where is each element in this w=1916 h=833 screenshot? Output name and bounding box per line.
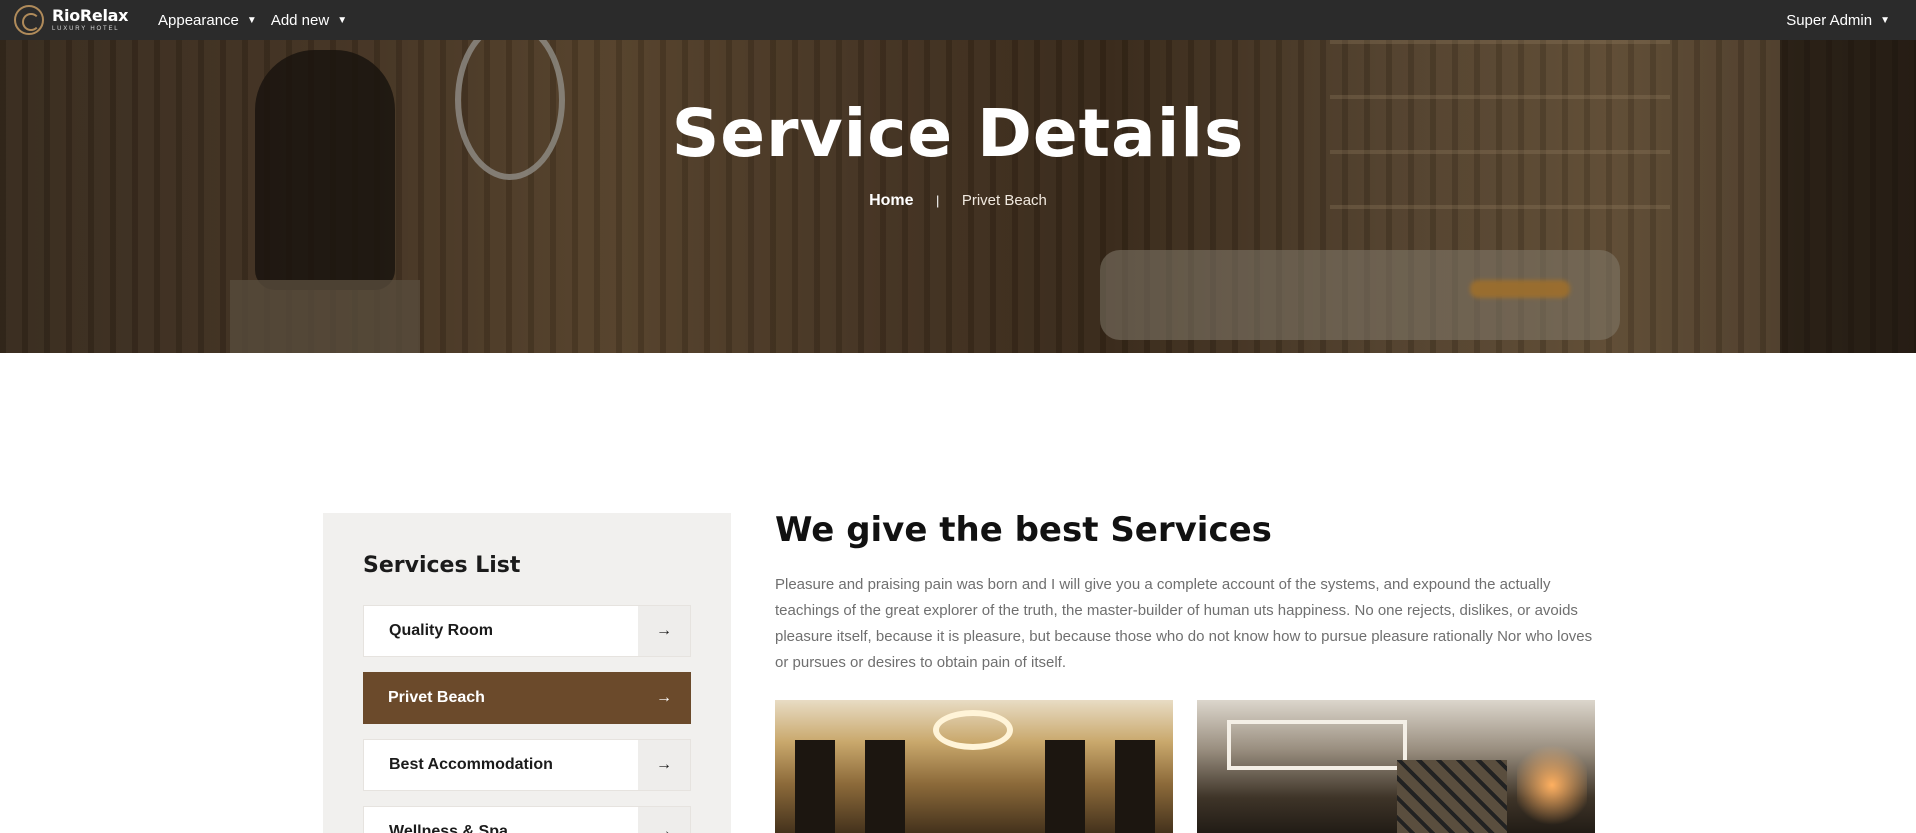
ceiling-light-shape — [1227, 720, 1407, 770]
add-new-menu[interactable]: Add new ▼ — [271, 12, 347, 29]
breadcrumb-separator: | — [936, 193, 940, 208]
admin-bar: RioRelax LUXURY HOTEL Appearance ▼ Add n… — [0, 0, 1916, 40]
user-menu-label: Super Admin — [1786, 11, 1873, 29]
brand-tagline: LUXURY HOTEL — [52, 26, 120, 32]
chandelier-shape — [933, 710, 1013, 750]
brand-logo-link[interactable]: RioRelax LUXURY HOTEL — [14, 5, 144, 35]
add-new-menu-label: Add new — [270, 11, 330, 29]
sidebar-title: Services List — [363, 553, 521, 578]
stairs-shape — [1397, 760, 1507, 833]
logo-icon — [14, 5, 44, 35]
service-item-best-accommodation[interactable]: Best Accommodation → — [363, 739, 691, 791]
breadcrumb: Home | Privet Beach — [0, 192, 1916, 210]
service-item-label: Quality Room — [389, 622, 494, 639]
service-item-label: Best Accommodation — [389, 756, 553, 773]
caret-down-icon: ▼ — [246, 14, 257, 26]
caret-down-icon: ▼ — [337, 14, 348, 26]
user-menu[interactable]: Super Admin ▼ — [1786, 12, 1890, 29]
page-title: Service Details — [671, 95, 1245, 172]
appearance-menu-label: Appearance — [158, 11, 239, 29]
brand-name: RioRelax — [52, 6, 129, 25]
breadcrumb-home-link[interactable]: Home — [869, 192, 913, 209]
service-item-label: Privet Beach — [388, 689, 485, 706]
section-title: We give the best Services — [775, 510, 1272, 550]
appearance-menu[interactable]: Appearance ▼ — [158, 12, 257, 29]
caret-down-icon: ▼ — [1880, 14, 1890, 26]
service-item-label: Wellness & Spa — [389, 823, 508, 833]
arrow-right-icon: → — [638, 740, 690, 790]
arrow-right-icon: → — [638, 606, 690, 656]
arrow-right-icon: → — [638, 673, 690, 723]
service-item-quality-room[interactable]: Quality Room → — [363, 605, 691, 657]
services-sidebar: Services List Quality Room → Privet Beac… — [323, 513, 731, 833]
service-item-wellness-spa[interactable]: Wellness & Spa → — [363, 806, 691, 833]
breadcrumb-current: Privet Beach — [961, 192, 1047, 209]
service-item-privet-beach[interactable]: Privet Beach → — [363, 672, 691, 724]
hero-banner: Service Details Home | Privet Beach — [0, 40, 1916, 353]
service-photo-lobby — [1197, 700, 1595, 833]
service-photo-ballroom — [775, 700, 1173, 833]
arrow-right-icon: → — [638, 807, 690, 833]
section-paragraph: Pleasure and praising pain was born and … — [775, 576, 1593, 671]
